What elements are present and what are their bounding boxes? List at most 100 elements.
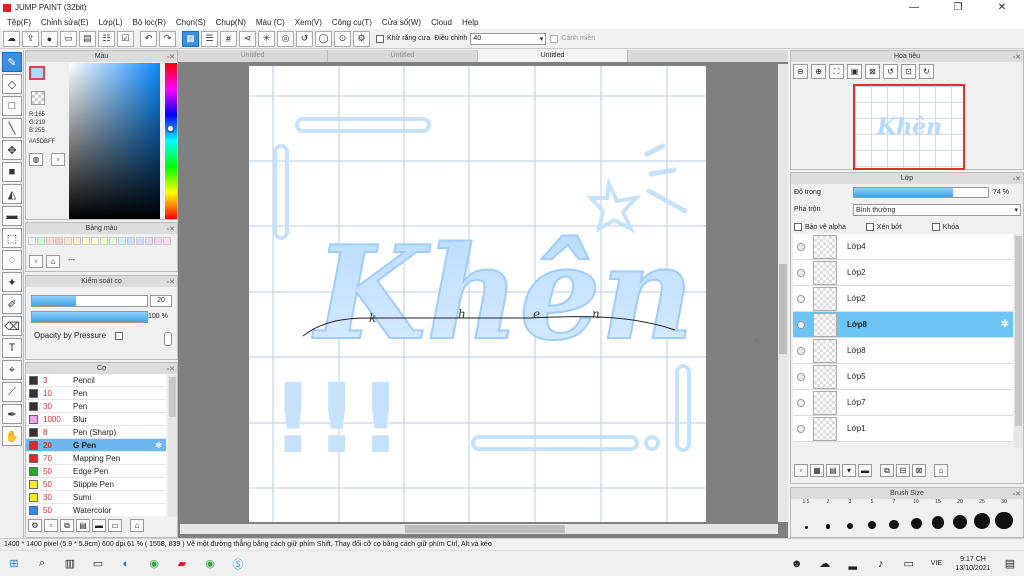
- palette-swatch[interactable]: [55, 237, 63, 245]
- onedrive-icon[interactable]: ☁: [811, 553, 839, 575]
- window-icon[interactable]: ▭: [60, 30, 77, 47]
- panel-close-icon[interactable]: ▫✕: [167, 364, 175, 375]
- task-view-icon[interactable]: ▥: [56, 553, 84, 575]
- protect-alpha-checkbox[interactable]: [794, 223, 802, 231]
- brush-list-scrollbar[interactable]: [168, 375, 177, 517]
- gear-icon[interactable]: ✲: [1001, 319, 1009, 330]
- curve-ruler-icon[interactable]: ↺: [296, 30, 313, 47]
- new-palette-icon[interactable]: ▫: [29, 255, 43, 268]
- palette-swatch[interactable]: [73, 237, 81, 245]
- pressure-checkbox[interactable]: [115, 332, 123, 340]
- brush-size-preset[interactable]: 3: [839, 499, 861, 537]
- select-eraser-tool-icon[interactable]: ⌫: [2, 316, 22, 336]
- palette-swatch[interactable]: [82, 237, 90, 245]
- circle-ruler-icon[interactable]: ◎: [277, 30, 294, 47]
- brush-size-preset[interactable]: 5: [861, 499, 883, 537]
- export-brush-icon[interactable]: ▭: [108, 519, 122, 532]
- delete-palette-icon[interactable]: ⌂: [46, 255, 60, 268]
- brush-item[interactable]: 50 Stipple Pen: [26, 478, 166, 491]
- menu-capture[interactable]: Chụp(N): [211, 18, 251, 27]
- layer-row[interactable]: Lớp8: [793, 338, 1013, 364]
- palette-swatch[interactable]: [145, 237, 153, 245]
- rotate-reset-icon[interactable]: ⊡: [901, 64, 916, 79]
- undo-icon[interactable]: ↶: [140, 30, 157, 47]
- perspective-icon[interactable]: ⋖: [239, 30, 256, 47]
- redo-icon[interactable]: ↷: [159, 30, 176, 47]
- palette-swatch[interactable]: [109, 237, 117, 245]
- layer-row[interactable]: Lớp2: [793, 260, 1013, 286]
- lines-icon[interactable]: ☰: [201, 30, 218, 47]
- palette-swatch[interactable]: [136, 237, 144, 245]
- checklist-icon[interactable]: ☑: [117, 30, 134, 47]
- menu-file[interactable]: Tệp(F): [2, 18, 36, 27]
- palette-swatch[interactable]: [64, 237, 72, 245]
- zoom-actual-icon[interactable]: ▣: [847, 64, 862, 79]
- clipping-checkbox[interactable]: [865, 223, 874, 231]
- panel-close-icon[interactable]: ▫✕: [167, 277, 175, 288]
- brush-opacity-slider[interactable]: [31, 311, 148, 323]
- new-brush-icon[interactable]: ▫: [44, 519, 58, 532]
- brush-size-slider[interactable]: [31, 295, 148, 307]
- zoom-fit-icon[interactable]: ⛶: [829, 64, 844, 79]
- doc-tab-1[interactable]: Untitled: [178, 50, 328, 62]
- brush-item[interactable]: 8 Pen (Sharp): [26, 426, 166, 439]
- menu-filter[interactable]: Bộ lọc(R): [128, 18, 171, 27]
- fill-rect-tool-icon[interactable]: ■: [2, 162, 22, 182]
- layer-row[interactable]: Lớp4: [793, 234, 1013, 260]
- file-explorer-icon[interactable]: ▭: [84, 553, 112, 575]
- menu-color[interactable]: Màu (C): [251, 18, 290, 27]
- zoom-out-icon[interactable]: ⊖: [793, 64, 808, 79]
- language-indicator[interactable]: VIE: [931, 560, 942, 567]
- layer-row[interactable]: Lớp5: [793, 364, 1013, 390]
- layer-folder-icon[interactable]: ▬: [858, 464, 872, 477]
- layer-row[interactable]: Lớp7: [793, 390, 1013, 416]
- new-layer-dropdown-icon[interactable]: ▾: [842, 464, 856, 477]
- brush-item[interactable]: 20 G Pen ✲: [26, 439, 166, 452]
- radial-icon[interactable]: ✳: [258, 30, 275, 47]
- people-icon[interactable]: ☻: [783, 553, 811, 575]
- lock-checkbox[interactable]: [931, 223, 940, 231]
- chrome-icon-2[interactable]: ◉: [196, 553, 224, 575]
- brush-size-preset[interactable]: 30: [993, 499, 1015, 537]
- delete-layer-icon[interactable]: ⌂: [934, 464, 948, 477]
- zoom-in-icon[interactable]: ⊕: [811, 64, 826, 79]
- palette-swatch[interactable]: [100, 237, 108, 245]
- drawing-canvas[interactable]: Khên !!! k h e n: [249, 66, 706, 522]
- brush-item[interactable]: 50 Edge Pen: [26, 465, 166, 478]
- palette-swatch[interactable]: [154, 237, 162, 245]
- visibility-eye-icon[interactable]: [797, 372, 805, 381]
- import-brush-icon[interactable]: ▤: [76, 519, 90, 532]
- jump-paint-icon[interactable]: ▰: [168, 553, 196, 575]
- edge-icon[interactable]: ◐: [112, 553, 140, 575]
- brush-control-scroll[interactable]: [164, 332, 172, 346]
- palette-swatch[interactable]: [28, 237, 36, 245]
- select-tool-icon[interactable]: ⬚: [2, 228, 22, 248]
- clear-layer-icon[interactable]: ⊠: [912, 464, 926, 477]
- volume-icon[interactable]: ♪: [867, 553, 895, 575]
- panel-close-icon[interactable]: ▫✕: [167, 224, 175, 235]
- hue-handle[interactable]: [166, 124, 175, 133]
- palette-swatch[interactable]: [37, 237, 45, 245]
- document-icon[interactable]: ▤: [79, 30, 96, 47]
- bucket-tool-icon[interactable]: ◭: [2, 184, 22, 204]
- rectangle-tool-icon[interactable]: □: [2, 96, 22, 116]
- palette-swatch[interactable]: [118, 237, 126, 245]
- menu-view[interactable]: Xem(V): [290, 18, 327, 27]
- panel-close-icon[interactable]: ▫✕: [1013, 52, 1021, 63]
- panel-close-icon[interactable]: ▫✕: [167, 52, 175, 63]
- rotate-right-icon[interactable]: ↻: [919, 64, 934, 79]
- duplicate-layer-icon[interactable]: ⧉: [880, 464, 894, 477]
- layer-list-scroll-thumb[interactable]: [1015, 236, 1022, 426]
- brush-folder-icon[interactable]: ▬: [92, 519, 106, 532]
- brush-list-scroll-thumb[interactable]: [169, 377, 176, 417]
- battery-icon[interactable]: ▭: [895, 553, 923, 575]
- grid-list-icon[interactable]: ☷: [98, 30, 115, 47]
- brush-size-preset[interactable]: 10: [905, 499, 927, 537]
- clock[interactable]: 9:17 CH 13/10/2021: [950, 555, 996, 573]
- panel-close-icon[interactable]: ▫✕: [1013, 489, 1021, 500]
- layer-row[interactable]: Lớp1: [793, 416, 1013, 442]
- palette-swatch[interactable]: [127, 237, 135, 245]
- panel-close-icon[interactable]: ▫✕: [1013, 174, 1021, 185]
- palette-swatch[interactable]: [46, 237, 54, 245]
- brush-item[interactable]: 50 Watercolor: [26, 504, 166, 516]
